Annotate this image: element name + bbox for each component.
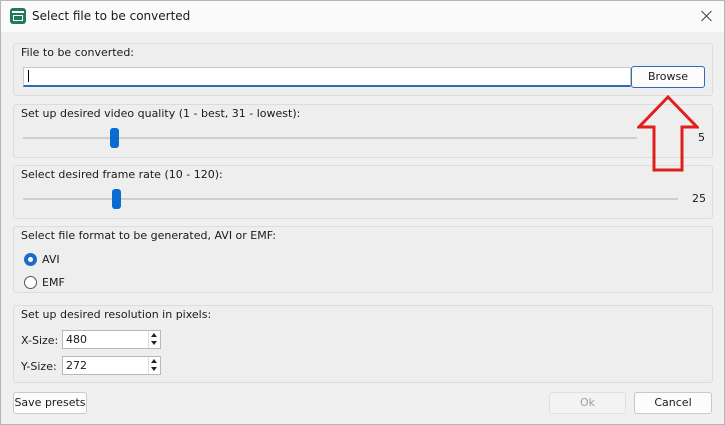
quality-group-label: Set up desired video quality (1 - best, …: [21, 107, 301, 120]
file-group-label: File to be converted:: [21, 46, 135, 59]
framerate-group: Select desired frame rate (10 - 120): 25: [13, 165, 713, 219]
avi-radio-label[interactable]: AVI: [42, 253, 60, 266]
spin-down-icon[interactable]: [151, 367, 157, 371]
dialog-window: Select file to be converted File to be c…: [0, 0, 725, 425]
ok-button[interactable]: Ok: [549, 392, 626, 414]
file-group: File to be converted: Browse: [13, 43, 713, 96]
framerate-group-label: Select desired frame rate (10 - 120):: [21, 168, 223, 181]
x-size-spinner[interactable]: 480: [62, 330, 161, 349]
y-size-stepper[interactable]: [148, 357, 160, 374]
format-group: Select file format to be generated, AVI …: [13, 226, 713, 293]
quality-value: 5: [698, 131, 705, 144]
file-path-input[interactable]: [23, 67, 631, 87]
emf-radio-label[interactable]: EMF: [42, 276, 65, 289]
title-bar: Select file to be converted: [1, 1, 724, 32]
x-size-stepper[interactable]: [148, 331, 160, 348]
spin-up-icon[interactable]: [151, 359, 157, 363]
resolution-group-label: Set up desired resolution in pixels:: [21, 308, 212, 321]
window-title: Select file to be converted: [32, 9, 191, 23]
spin-up-icon[interactable]: [151, 333, 157, 337]
quality-slider-thumb[interactable]: [110, 128, 119, 148]
framerate-value: 25: [692, 192, 706, 205]
y-size-spinner[interactable]: 272: [62, 356, 161, 375]
arrow-up-icon: [637, 95, 699, 172]
avi-radio[interactable]: [24, 253, 37, 266]
framerate-slider-track[interactable]: [23, 198, 678, 200]
x-size-value[interactable]: 480: [66, 333, 87, 346]
y-size-label: Y-Size:: [21, 360, 57, 373]
y-size-value[interactable]: 272: [66, 359, 87, 372]
quality-group: Set up desired video quality (1 - best, …: [13, 104, 713, 158]
close-icon[interactable]: [696, 6, 718, 26]
resolution-group: Set up desired resolution in pixels: X-S…: [13, 305, 713, 383]
cancel-button[interactable]: Cancel: [634, 392, 712, 414]
save-presets-button[interactable]: Save presets: [13, 392, 87, 414]
emf-radio[interactable]: [24, 276, 37, 289]
app-clapperboard-icon: [10, 8, 26, 24]
text-cursor: [28, 70, 29, 82]
x-size-label: X-Size:: [21, 334, 59, 347]
browse-button[interactable]: Browse: [631, 66, 705, 88]
spin-down-icon[interactable]: [151, 341, 157, 345]
framerate-slider-thumb[interactable]: [112, 189, 121, 209]
format-group-label: Select file format to be generated, AVI …: [21, 229, 276, 242]
